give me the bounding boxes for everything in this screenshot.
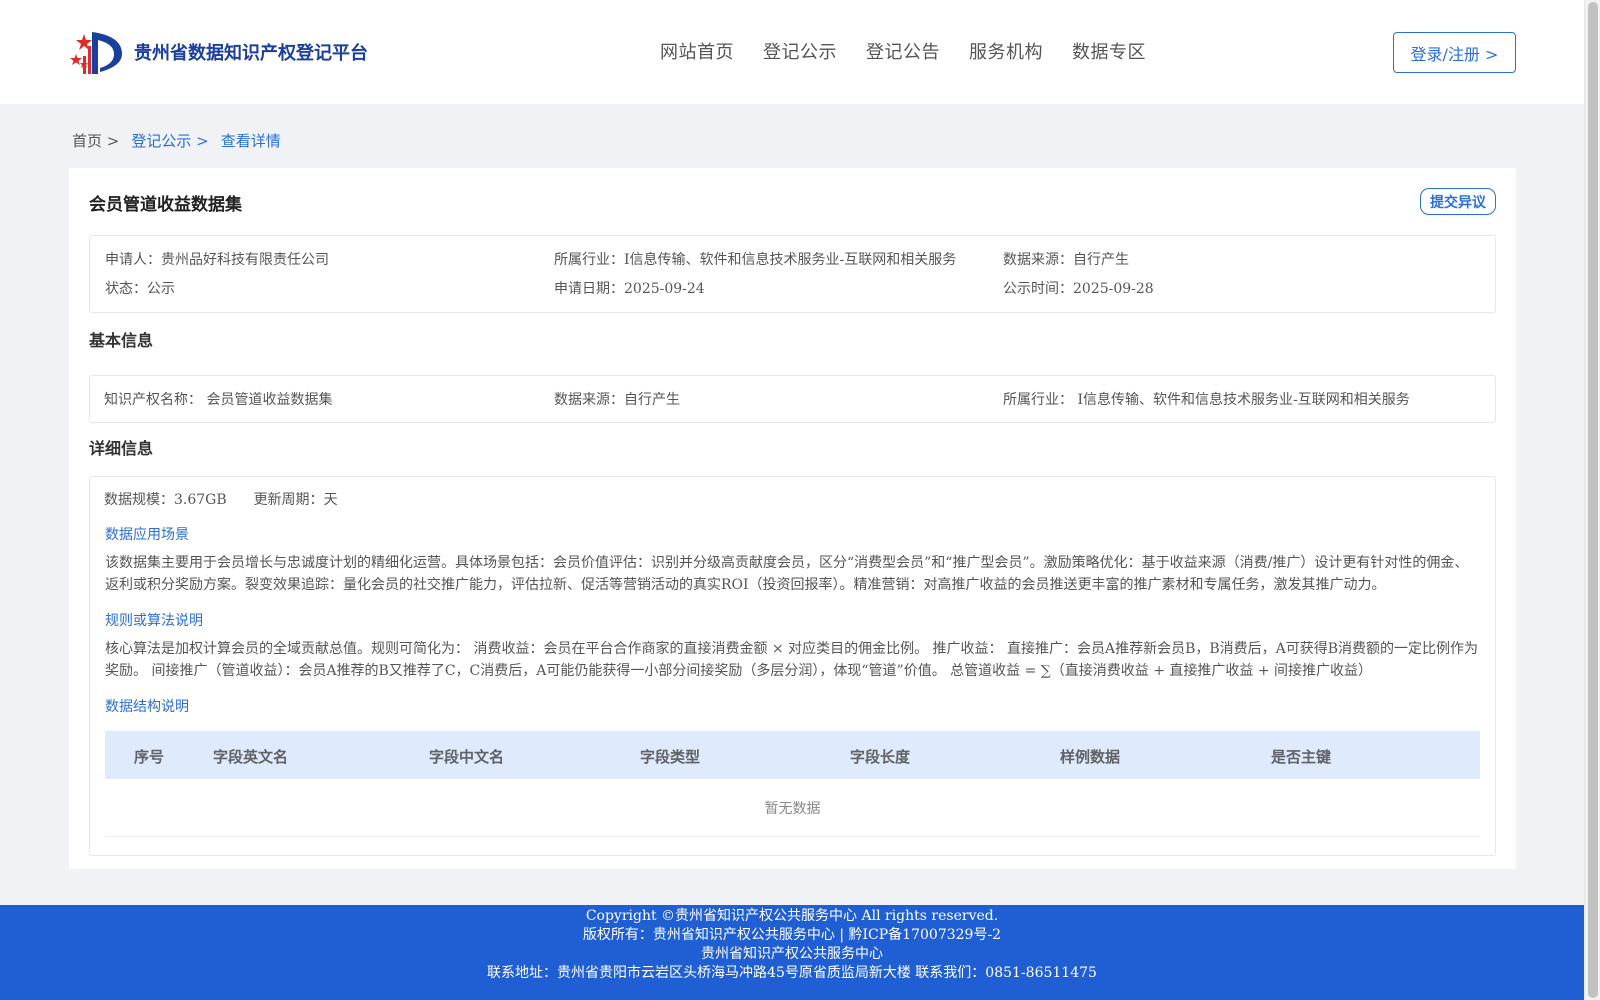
nav-registration-publicity[interactable]: 登记公示 xyxy=(763,38,837,64)
basic-industry-field: 所属行业： I信息传输、软件和信息技术服务业-互联网和相关服务 xyxy=(1003,392,1410,408)
table-empty-state: 暂无数据 xyxy=(105,779,1480,837)
cycle-value: 天 xyxy=(323,492,338,508)
nav-registration-notice[interactable]: 登记公告 xyxy=(866,38,940,64)
site-header: 贵州省数据知识产权登记平台 网站首页 登记公示 登记公告 服务机构 数据专区 登… xyxy=(0,0,1584,104)
scenario-text: 该数据集主要用于会员增长与忠诚度计划的精细化运营。具体场景包括：会员价值评估：识… xyxy=(105,555,1469,593)
detail-card: 会员管道收益数据集 提交异议 申请人：贵州品好科技有限责任公司 所属行业：I信息… xyxy=(69,168,1516,869)
applicant-value: 贵州品好科技有限责任公司 xyxy=(161,252,329,268)
structure-table-header: 序号 字段英文名 字段中文名 字段类型 字段长度 样例数据 是否主键 xyxy=(105,731,1480,779)
summary-box: 申请人：贵州品好科技有限责任公司 所属行业：I信息传输、软件和信息技术服务业-互… xyxy=(89,235,1496,313)
site-footer: Copyright ©贵州省知识产权公共服务中心 All rights rese… xyxy=(0,905,1584,1000)
col-primary-key: 是否主键 xyxy=(1271,748,1332,766)
publicity-time-field: 公示时间：2025-09-28 xyxy=(1003,281,1154,297)
status-value: 公示 xyxy=(147,281,175,297)
apply-date-value: 2025-09-24 xyxy=(624,281,705,297)
scale-value: 3.67GB xyxy=(174,492,227,508)
col-index: 序号 xyxy=(134,748,165,766)
breadcrumb: 首页 > 登记公示 > 查看详情 xyxy=(72,130,293,151)
source-field: 数据来源：自行产生 xyxy=(1003,252,1129,268)
main-nav: 网站首页 登记公示 登记公告 服务机构 数据专区 xyxy=(660,38,1175,64)
col-sample-data: 样例数据 xyxy=(1060,748,1121,766)
publicity-time-value: 2025-09-28 xyxy=(1073,281,1154,297)
site-logo[interactable]: 贵州省数据知识产权登记平台 xyxy=(70,26,368,78)
breadcrumb-home[interactable]: 首页 > xyxy=(72,130,119,151)
rule-text: 核心算法是加权计算会员的全域贡献总值。规则可简化为： 消费收益：会员在平台合作商… xyxy=(105,641,1479,679)
basic-info-box: 知识产权名称： 会员管道收益数据集 数据来源：自行产生 所属行业： I信息传输、… xyxy=(89,375,1496,423)
nav-home[interactable]: 网站首页 xyxy=(660,38,734,64)
col-field-type: 字段类型 xyxy=(640,748,701,766)
scenario-title: 数据应用场景 xyxy=(105,527,189,543)
industry-field: 所属行业：I信息传输、软件和信息技术服务业-互联网和相关服务 xyxy=(554,252,957,268)
breadcrumb-current: 查看详情 xyxy=(220,132,281,150)
ip-name-value: 会员管道收益数据集 xyxy=(206,392,333,408)
breadcrumb-publicity[interactable]: 登记公示 > xyxy=(131,130,208,151)
basic-industry-value: I信息传输、软件和信息技术服务业-互联网和相关服务 xyxy=(1077,392,1410,408)
detail-info-box: 数据规模：3.67GB 更新周期：天 数据应用场景 该数据集主要用于会员增长与忠… xyxy=(89,476,1496,856)
scrollbar-thumb[interactable] xyxy=(1588,2,1598,998)
rule-title: 规则或算法说明 xyxy=(105,613,203,629)
page-scrollbar[interactable] xyxy=(1584,0,1600,1000)
login-register-button[interactable]: 登录/注册 > xyxy=(1393,32,1516,73)
industry-value: I信息传输、软件和信息技术服务业-互联网和相关服务 xyxy=(624,252,957,268)
footer-copyright: Copyright ©贵州省知识产权公共服务中心 All rights rese… xyxy=(585,908,999,924)
ip-name-field: 知识产权名称： 会员管道收益数据集 xyxy=(104,392,333,408)
logo-icon xyxy=(70,32,122,74)
status-field: 状态：公示 xyxy=(105,281,175,297)
detail-info-title: 详细信息 xyxy=(89,439,154,458)
footer-ownership: 版权所有：贵州省知识产权公共服务中心 | 黔ICP备17007329号-2 xyxy=(582,927,1002,943)
basic-source-value: 自行产生 xyxy=(624,392,680,408)
footer-org: 贵州省知识产权公共服务中心 xyxy=(701,946,883,962)
apply-date-field: 申请日期：2025-09-24 xyxy=(554,281,705,297)
col-field-en: 字段英文名 xyxy=(213,748,289,766)
basic-source-field: 数据来源：自行产生 xyxy=(554,392,680,408)
site-title: 贵州省数据知识产权登记平台 xyxy=(134,43,368,64)
source-value: 自行产生 xyxy=(1073,252,1129,268)
col-field-cn: 字段中文名 xyxy=(429,748,505,766)
basic-info-title: 基本信息 xyxy=(89,331,154,350)
col-field-length: 字段长度 xyxy=(850,748,911,766)
footer-contact: 联系地址：贵州省贵阳市云岩区头桥海马冲路45号原省质监局新大楼 联系我们：085… xyxy=(487,965,1097,981)
scale-cycle-line: 数据规模：3.67GB 更新周期：天 xyxy=(104,492,338,508)
nav-service-agencies[interactable]: 服务机构 xyxy=(969,38,1043,64)
record-title: 会员管道收益数据集 xyxy=(89,195,242,215)
nav-data-zone[interactable]: 数据专区 xyxy=(1072,38,1146,64)
structure-title: 数据结构说明 xyxy=(105,699,189,715)
applicant-field: 申请人：贵州品好科技有限责任公司 xyxy=(105,252,329,268)
submit-objection-button[interactable]: 提交异议 xyxy=(1420,188,1496,215)
